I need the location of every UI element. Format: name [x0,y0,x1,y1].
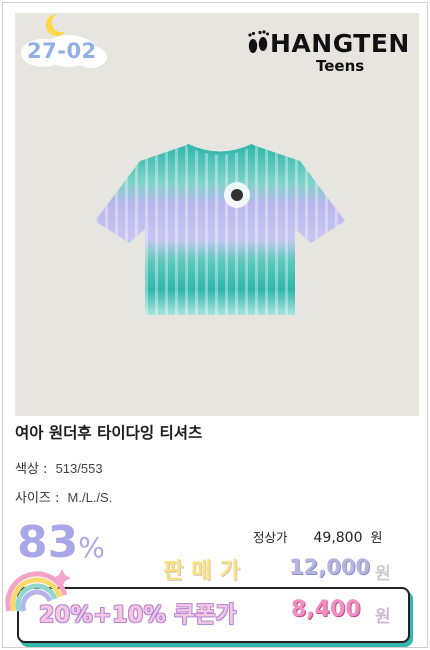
regular-price-unit: 원 [370,531,383,546]
moon-icon [45,13,66,36]
coupon-price-unit: 원 [375,607,391,627]
brand-sub: Teens [316,57,365,75]
size-spec: 사이즈 : M./L./S. [15,487,112,506]
color-value: 513/553 [55,461,103,476]
sale-price-label: 판매가 [163,559,248,584]
brand-logo: HANGTEN Teens [244,25,409,77]
size-value: M./L./S. [67,490,113,505]
color-spec: 색상 : 513/553 [15,458,103,477]
regular-price-value: 49,800 [313,530,363,546]
regular-price: 정상가 49,800 원 [253,527,382,546]
coupon-price-value: 8,400 [291,597,361,622]
coupon-price-box[interactable]: 20%+10% 쿠폰가 8,400 원 [17,587,410,643]
tshirt-illustration [95,143,345,315]
product-title[interactable]: 여아 원더후 타이다잉 티셔츠 [15,421,202,443]
discount-symbol: % [78,531,105,564]
product-image[interactable]: 27-02 HANGTEN Teens [15,13,419,416]
sale-price-unit: 원 [375,564,391,584]
size-label: 사이즈 : [15,491,60,506]
discount-value: 83 [17,517,79,568]
color-label: 색상 : [15,462,48,477]
discount-rate: 83% [17,517,105,568]
rainbow-icon [5,569,71,612]
brand-name: HANGTEN [270,29,410,58]
product-card[interactable]: 27-02 HANGTEN Teens 여아 원더후 타이다잉 티셔츠 색상:… [2,2,428,648]
sale-price: 판매가 12,000 원 [163,553,403,584]
date-badge: 27-02 [19,13,109,73]
feet-logo-icon [248,30,269,53]
date-label: 27-02 [27,39,97,63]
regular-price-label: 정상가 [253,530,288,545]
sale-price-value: 12,000 [289,555,371,579]
